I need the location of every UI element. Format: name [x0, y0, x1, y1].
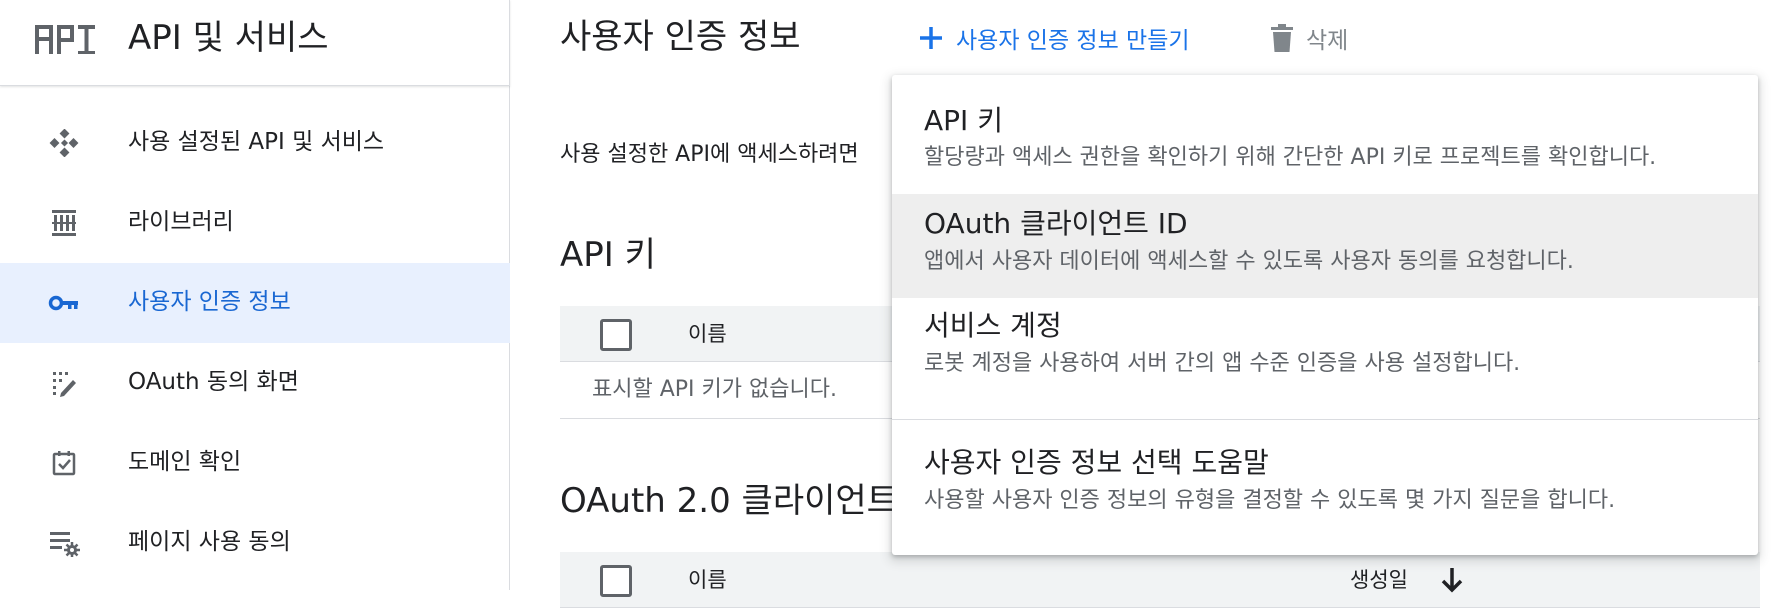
api-logo-icon	[35, 25, 95, 54]
sidebar-item-label: OAuth 동의 화면	[128, 369, 299, 395]
menu-item-title: 사용자 인증 정보 선택 도움말	[924, 446, 1269, 479]
api-keys-empty-text: 표시할 API 키가 없습니다.	[592, 377, 837, 402]
domain-verify-icon	[52, 451, 76, 476]
sidebar-item-credentials[interactable]: 사용자 인증 정보	[0, 263, 510, 343]
sidebar-item-domain-verification[interactable]: 도메인 확인	[0, 423, 510, 503]
product-title: API 및 서비스	[128, 18, 329, 58]
menu-divider	[892, 419, 1758, 420]
oauth-clients-section-title: OAuth 2.0 클라이언트	[560, 481, 898, 521]
sidebar-item-label: 페이지 사용 동의	[128, 529, 291, 555]
column-header-name[interactable]: 이름	[688, 563, 727, 597]
menu-item-description: 앱에서 사용자 데이터에 액세스할 수 있도록 사용자 동의를 요청합니다.	[924, 249, 1574, 274]
menu-item-service-account[interactable]: 서비스 계정 로봇 계정을 사용하여 서버 간의 앱 수준 인증을 사용 설정합…	[892, 298, 1758, 408]
sidebar-item-label: 라이브러리	[128, 209, 234, 235]
create-credentials-menu: API 키 할당량과 액세스 권한을 확인하기 위해 간단한 API 키로 프로…	[892, 75, 1758, 555]
sidebar-item-page-usage[interactable]: 페이지 사용 동의	[0, 503, 510, 583]
menu-item-api-key[interactable]: API 키 할당량과 액세스 권한을 확인하기 위해 간단한 API 키로 프로…	[892, 75, 1758, 175]
column-header-created[interactable]: 생성일	[1350, 563, 1408, 597]
sidebar-header: API 및 서비스	[0, 0, 510, 86]
sidebar-item-label: 사용자 인증 정보	[128, 289, 291, 315]
sidebar-item-label: 도메인 확인	[128, 449, 242, 475]
api-hub-icon	[49, 129, 79, 157]
menu-item-description: 로봇 계정을 사용하여 서버 간의 앱 수준 인증을 사용 설정합니다.	[924, 351, 1521, 376]
intro-text: 사용 설정한 API에 액세스하려면	[560, 142, 859, 167]
menu-item-title: OAuth 클라이언트 ID	[924, 207, 1188, 240]
menu-item-credentials-wizard[interactable]: 사용자 인증 정보 선택 도움말 사용할 사용자 인증 정보의 유형을 결정할 …	[892, 435, 1758, 545]
delete-button[interactable]: 삭제	[1270, 18, 1348, 58]
sidebar-item-label: 사용 설정된 API 및 서비스	[128, 129, 385, 155]
trash-icon	[1271, 24, 1293, 52]
column-header-name[interactable]: 이름	[688, 317, 727, 351]
menu-item-title: API 키	[924, 104, 1003, 137]
menu-item-description: 사용할 사용자 인증 정보의 유형을 결정할 수 있도록 몇 가지 질문을 합니…	[924, 488, 1616, 513]
sidebar-item-enabled-apis[interactable]: 사용 설정된 API 및 서비스	[0, 103, 510, 183]
page-title: 사용자 인증 정보	[560, 17, 801, 57]
menu-item-oauth-client-id[interactable]: OAuth 클라이언트 ID 앱에서 사용자 데이터에 액세스할 수 있도록 사…	[892, 194, 1758, 298]
sidebar: API 및 서비스 사용 설정된 API 및 서비스 라이브러리 사용자 인증 …	[0, 0, 510, 590]
api-keys-section-title: API 키	[560, 235, 656, 275]
oauth-clients-table-header: 이름 생성일	[560, 552, 1760, 608]
key-icon	[48, 295, 78, 311]
page-usage-settings-icon	[50, 532, 80, 557]
api-keys-select-all-checkbox[interactable]	[600, 319, 632, 351]
menu-item-title: 서비스 계정	[924, 309, 1062, 342]
add-icon	[920, 27, 942, 49]
sidebar-item-oauth-consent[interactable]: OAuth 동의 화면	[0, 343, 510, 423]
oauth-clients-select-all-checkbox[interactable]	[600, 565, 632, 597]
library-icon	[52, 210, 76, 236]
consent-screen-icon	[53, 372, 76, 397]
create-credentials-label: 사용자 인증 정보 만들기	[956, 28, 1190, 54]
sidebar-nav: 사용 설정된 API 및 서비스 라이브러리 사용자 인증 정보 OAuth 동…	[0, 103, 510, 583]
create-credentials-button[interactable]: 사용자 인증 정보 만들기	[918, 18, 1190, 58]
sidebar-item-library[interactable]: 라이브러리	[0, 183, 510, 263]
delete-label: 삭제	[1306, 28, 1349, 54]
menu-item-description: 할당량과 액세스 권한을 확인하기 위해 간단한 API 키로 프로젝트를 확인…	[924, 145, 1657, 170]
